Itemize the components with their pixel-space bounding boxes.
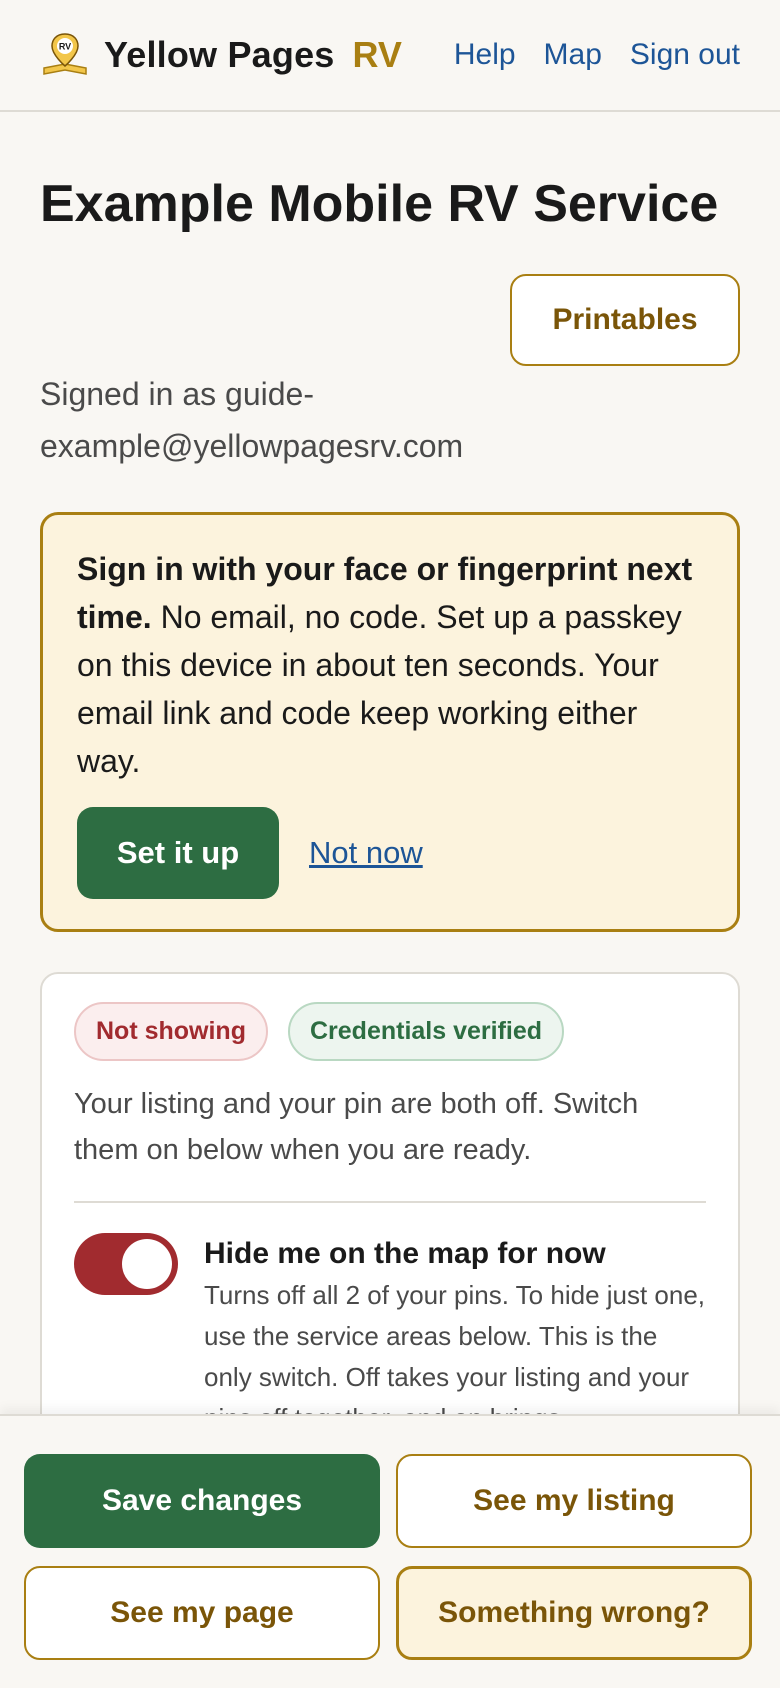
save-changes-button[interactable]: Save changes: [24, 1454, 380, 1548]
hide-on-map-title: Hide me on the map for now: [204, 1237, 606, 1270]
passkey-message-body: No email, no code. Set up a passkey on t…: [77, 599, 682, 779]
printables-button[interactable]: Printables: [510, 274, 740, 366]
set-up-passkey-button[interactable]: Set it up: [77, 807, 279, 899]
toggle-knob: [122, 1239, 172, 1289]
svg-text:RV: RV: [59, 42, 71, 52]
hide-on-map-text: Hide me on the map for now Turns off all…: [204, 1233, 706, 1439]
hide-on-map-toggle[interactable]: [74, 1233, 178, 1295]
status-badges: Not showing Credentials verified: [74, 1002, 706, 1061]
app-header: RV Yellow Pages RV Help Map Sign out: [0, 0, 780, 112]
nav-help-link[interactable]: Help: [454, 38, 516, 72]
brand-suffix[interactable]: RV: [353, 34, 402, 76]
rv-map-pin-book-icon[interactable]: RV: [40, 30, 90, 80]
something-wrong-button[interactable]: Something wrong?: [396, 1566, 752, 1660]
hide-on-map-row: Hide me on the map for now Turns off all…: [74, 1233, 706, 1439]
main-content: Example Mobile RV Service Printables Sig…: [0, 174, 780, 1492]
action-buttons: Save changes See my listing See my page …: [24, 1454, 756, 1660]
see-my-page-button[interactable]: See my page: [24, 1566, 380, 1660]
sticky-action-bar: Save changes See my listing See my page …: [0, 1414, 780, 1688]
credentials-verified-badge: Credentials verified: [287, 1002, 565, 1061]
see-my-listing-button[interactable]: See my listing: [396, 1454, 752, 1548]
nav-map-link[interactable]: Map: [544, 38, 602, 72]
top-nav: Help Map Sign out: [454, 38, 740, 72]
brand-name[interactable]: Yellow Pages: [104, 34, 335, 76]
not-showing-badge: Not showing: [74, 1002, 268, 1061]
status-description: Your listing and your pin are both off. …: [74, 1088, 639, 1166]
not-now-link[interactable]: Not now: [309, 835, 423, 871]
printables-row: Printables: [40, 274, 740, 366]
signed-in-text: Signed in as guide-example@yellowpagesrv…: [40, 376, 464, 464]
passkey-prompt-card: Sign in with your face or fingerprint ne…: [40, 512, 740, 932]
passkey-message: Sign in with your face or fingerprint ne…: [77, 545, 703, 785]
nav-sign-out-link[interactable]: Sign out: [630, 38, 740, 72]
passkey-actions: Set it up Not now: [77, 807, 703, 899]
page-title: Example Mobile RV Service: [40, 175, 719, 233]
divider: [74, 1201, 706, 1203]
